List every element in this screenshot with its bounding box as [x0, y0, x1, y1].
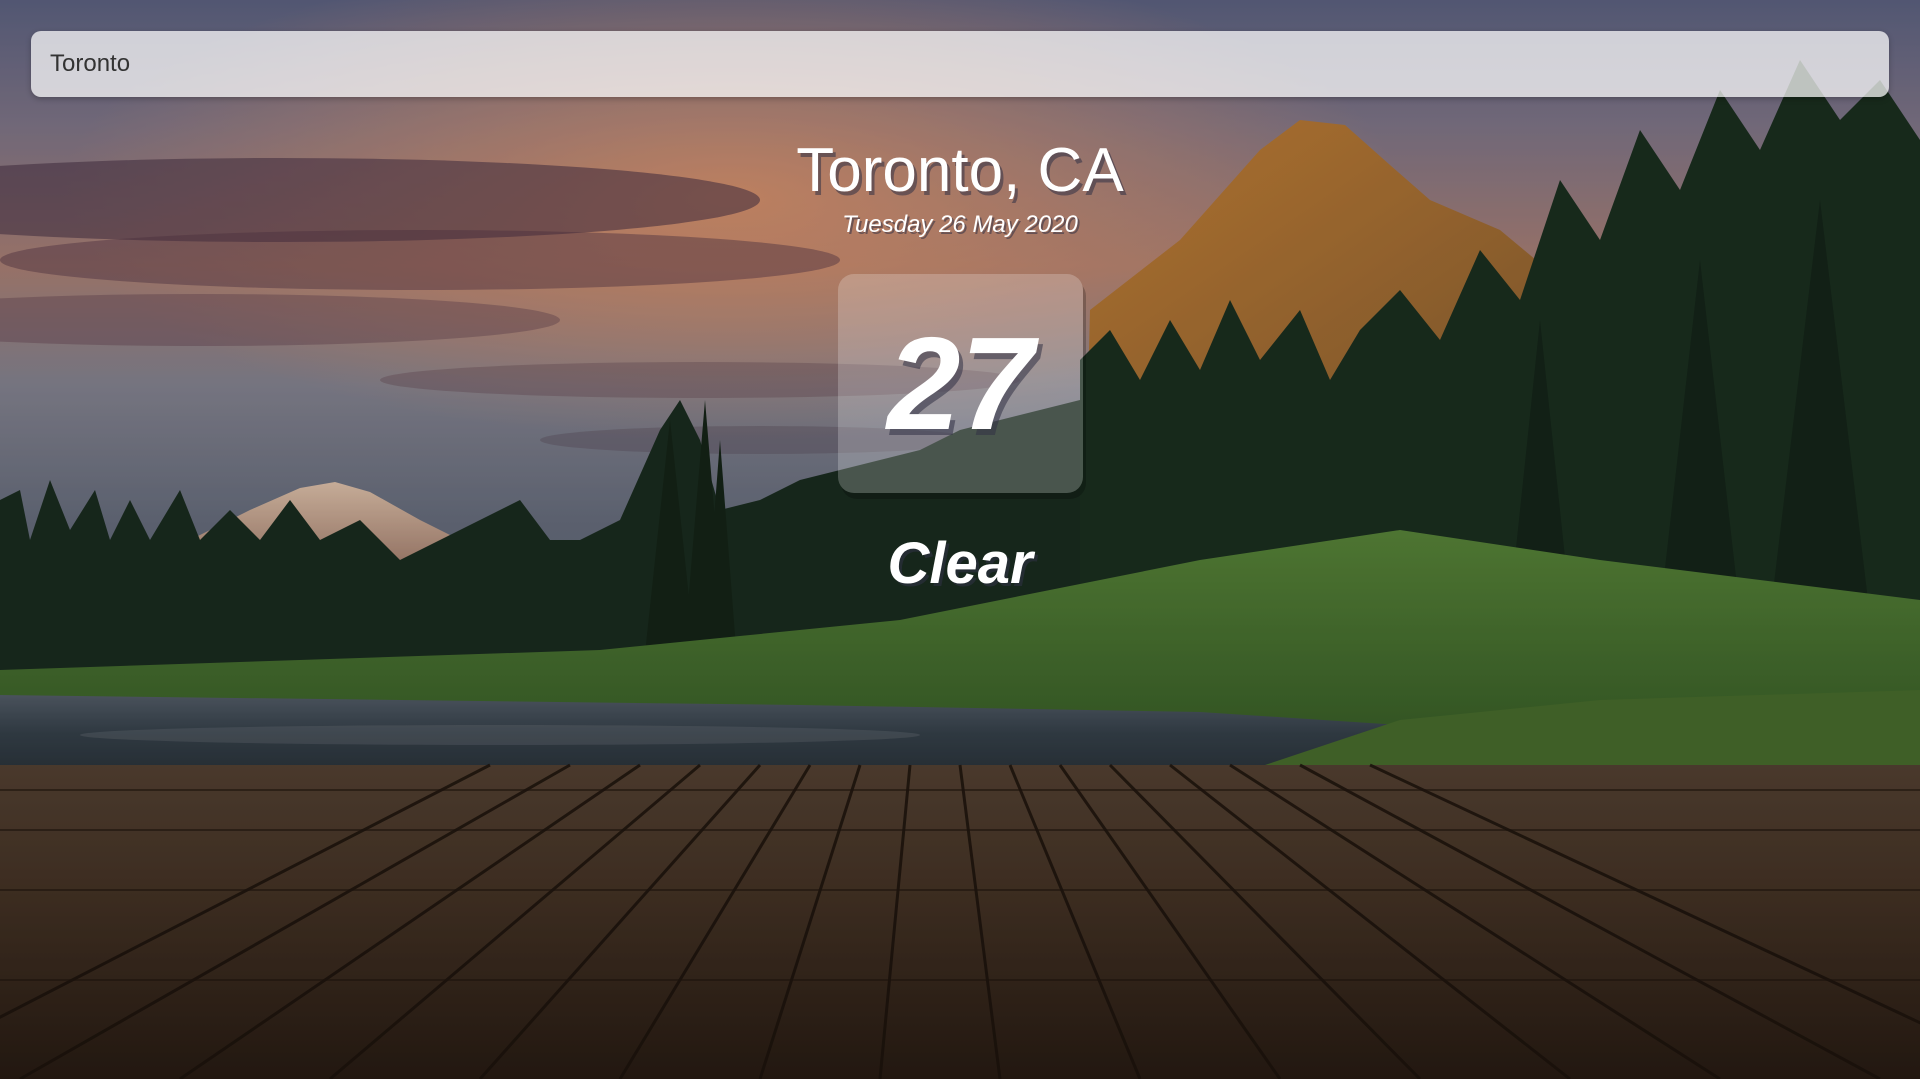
temperature-display: 27 [838, 274, 1083, 493]
location-box: Toronto, CA Tuesday 26 May 2020 [0, 132, 1920, 240]
weather-app: Toronto, CA Tuesday 26 May 2020 27 Clear [0, 0, 1920, 1079]
weather-condition: Clear [887, 531, 1033, 596]
search-input[interactable] [31, 31, 1889, 97]
location-name: Toronto, CA [796, 136, 1124, 205]
current-date: Tuesday 26 May 2020 [842, 211, 1078, 238]
